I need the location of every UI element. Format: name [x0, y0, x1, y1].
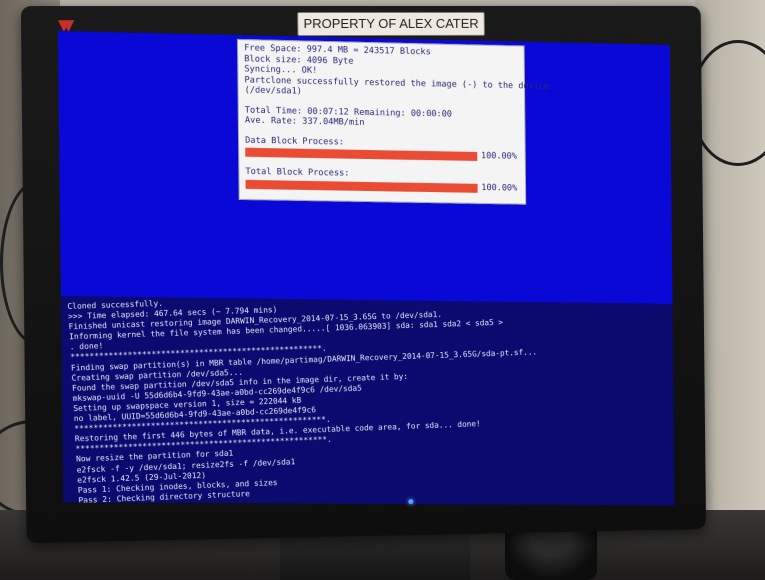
monitor-stand: [280, 530, 470, 580]
photo-scene: PROPERTY OF ALEX CATER Free Space: 997.4…: [0, 0, 765, 580]
total-block-percent: 100.00%: [481, 182, 518, 194]
terminal-output: Cloned successfully. >>> Time elapsed: 4…: [61, 278, 675, 505]
monitor: PROPERTY OF ALEX CATER Free Space: 997.4…: [20, 5, 707, 544]
property-label: PROPERTY OF ALEX CATER: [297, 11, 485, 37]
restore-status-dialog: Free Space: 997.4 MB = 243517 Blocks Blo…: [236, 39, 549, 205]
screen: Free Space: 997.4 MB = 243517 Blocks Blo…: [58, 30, 675, 506]
power-led-icon[interactable]: [408, 499, 414, 505]
data-block-percent: 100.00%: [480, 151, 517, 162]
total-block-bar-fill: [245, 179, 478, 193]
total-block-bar: [245, 179, 478, 193]
